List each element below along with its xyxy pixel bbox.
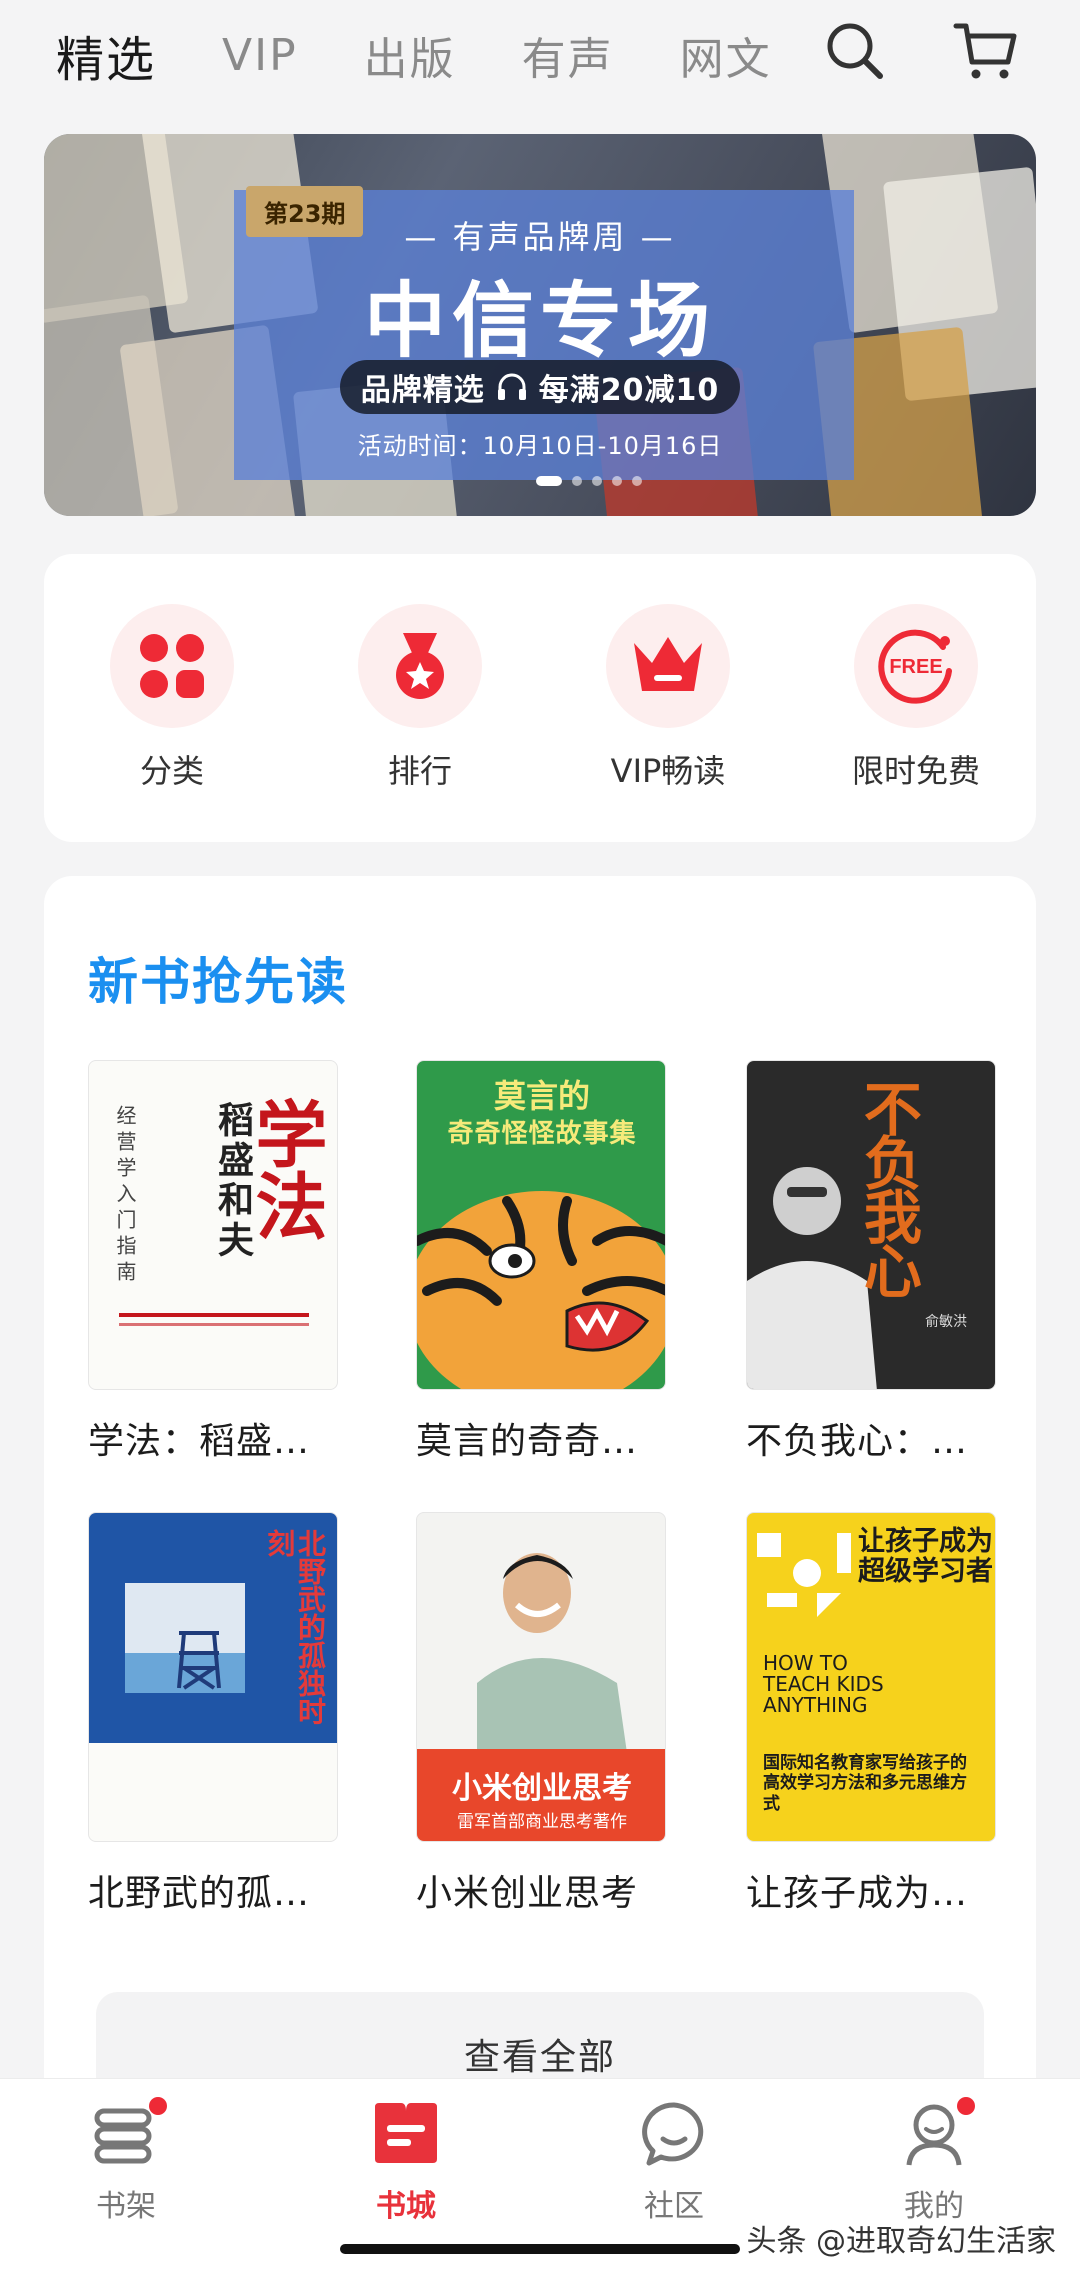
book-title: 让孩子成为… xyxy=(746,1873,969,1914)
tab-label: 社区 xyxy=(644,2189,704,2224)
book-title: 小米创业思考 xyxy=(416,1873,639,1914)
notification-dot xyxy=(957,2097,975,2115)
tab-profile[interactable]: 我的 xyxy=(864,2097,1004,2225)
book-item[interactable]: 稻盛和夫 经营学入门指南 学法 学法：稻盛… xyxy=(88,1060,338,1464)
quick-entry-label: 排行 xyxy=(387,752,452,790)
chair-illustration xyxy=(177,1631,221,1690)
free-icon: FREE xyxy=(878,629,952,704)
medal-icon-wrap xyxy=(358,604,482,728)
tab-vip[interactable]: VIP xyxy=(222,30,298,81)
book-title: 学法：稻盛… xyxy=(88,1421,311,1462)
book-cover: 让孩子成为超级学习者 HOW TO TEACH KIDS ANYTHING 国际… xyxy=(746,1512,996,1842)
quick-entry-ranking[interactable]: 排行 xyxy=(320,604,520,792)
quick-entry-label: 限时免费 xyxy=(851,752,980,790)
profile-icon xyxy=(899,2097,975,2169)
tab-community[interactable]: 社区 xyxy=(604,2099,744,2225)
carousel-indicator xyxy=(536,476,642,486)
promo-banner[interactable]: 第23期 — 有声品牌周 — 中信专场 品牌精选 每满20减10 活动时间：10… xyxy=(44,134,1036,516)
book-title: 北野武的孤… xyxy=(88,1873,311,1914)
top-nav: 精选 VIP 出版 有声 网文 xyxy=(0,0,1080,110)
carousel-dot xyxy=(592,476,602,486)
tab-publishing[interactable]: 出版 xyxy=(364,23,456,87)
banner-subtitle: — 有声品牌周 — xyxy=(404,218,676,256)
book-cover: 稻盛和夫 经营学入门指南 学法 xyxy=(88,1060,338,1390)
book-item[interactable]: 北野武的孤独时刻 北野武的孤… xyxy=(88,1512,338,1916)
watermark: 头条 @进取奇幻生活家 xyxy=(746,2224,1056,2259)
tab-label: 书城 xyxy=(376,2189,436,2224)
book-cover: 北野武的孤独时刻 xyxy=(88,1512,338,1842)
book-item[interactable]: 让孩子成为超级学习者 HOW TO TEACH KIDS ANYTHING 国际… xyxy=(746,1512,996,1916)
book-cover: 莫言的 奇奇怪怪故事集 xyxy=(416,1060,666,1390)
banner-promo-pill: 品牌精选 每满20减10 xyxy=(340,360,740,414)
home-indicator xyxy=(340,2244,740,2254)
tiger-illustration xyxy=(417,1191,665,1389)
book-cover: 不负我心 俞敏洪 xyxy=(746,1060,996,1390)
tab-featured[interactable]: 精选 xyxy=(56,20,156,90)
quick-entry-category[interactable]: 分类 xyxy=(72,604,272,792)
author-portrait xyxy=(477,1553,627,1753)
book-item[interactable]: 莫言的 奇奇怪怪故事集 莫言的奇奇… xyxy=(416,1060,666,1464)
section-heading: 新书抢先读 xyxy=(88,953,348,1011)
book-item[interactable]: 不负我心 俞敏洪 不负我心：… xyxy=(746,1060,996,1464)
quick-entry-label: VIP畅读 xyxy=(610,752,726,790)
tab-web-novel[interactable]: 网文 xyxy=(680,23,772,87)
bookstore-icon xyxy=(371,2099,441,2169)
tab-bookstore[interactable]: 书城 xyxy=(336,2099,476,2225)
promo-right-label: 每满20减10 xyxy=(538,373,720,408)
quick-entry-vip[interactable]: VIP畅读 xyxy=(568,604,768,792)
crown-icon xyxy=(634,637,702,691)
search-icon[interactable] xyxy=(820,16,890,86)
carousel-dot xyxy=(612,476,622,486)
cart-icon[interactable] xyxy=(950,16,1020,86)
notification-dot xyxy=(149,2097,167,2115)
svg-text:FREE: FREE xyxy=(889,656,942,678)
bookshelf-icon xyxy=(91,2097,167,2169)
quick-entry-card: 分类 排行 VIP畅读 FREE 限时免费 xyxy=(44,554,1036,842)
book-title: 莫言的奇奇… xyxy=(416,1421,639,1462)
chat-icon xyxy=(639,2099,709,2169)
free-icon-wrap: FREE xyxy=(854,604,978,728)
quick-entry-free[interactable]: FREE 限时免费 xyxy=(816,604,1016,792)
tab-label: 书架 xyxy=(96,2189,156,2224)
headphones-icon xyxy=(497,373,526,400)
category-icon-wrap xyxy=(110,604,234,728)
new-books-card: 新书抢先读 稻盛和夫 经营学入门指南 学法 学法：稻盛… 莫言的 奇奇怪怪故事集 xyxy=(44,876,1036,2102)
banner-date: 活动时间：10月10日-10月16日 xyxy=(357,432,723,460)
tab-audio[interactable]: 有声 xyxy=(522,23,614,87)
carousel-dot xyxy=(572,476,582,486)
carousel-dot xyxy=(536,476,562,486)
quick-entry-label: 分类 xyxy=(139,752,204,790)
book-title: 不负我心：… xyxy=(746,1421,969,1462)
carousel-dot xyxy=(632,476,642,486)
category-icon xyxy=(140,634,204,698)
crown-icon-wrap xyxy=(606,604,730,728)
banner-title: 中信专场 xyxy=(363,273,716,369)
book-cover: 小米创业思考 雷军首部商业思考著作 xyxy=(416,1512,666,1842)
medal-icon xyxy=(396,633,444,699)
promo-left-label: 品牌精选 xyxy=(360,373,485,408)
tab-bookshelf[interactable]: 书架 xyxy=(56,2097,196,2225)
book-item[interactable]: 小米创业思考 雷军首部商业思考著作 小米创业思考 xyxy=(416,1512,666,1916)
